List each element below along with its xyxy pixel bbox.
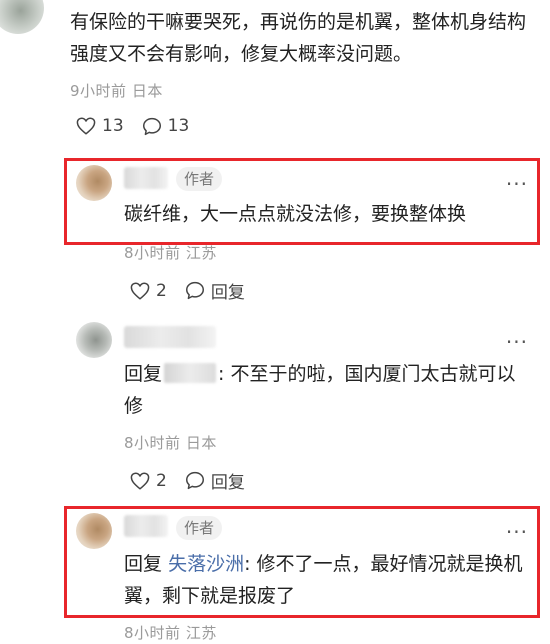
reply-meta: 8小时前 日本 [124, 432, 217, 453]
like-count: 13 [102, 116, 124, 136]
blurred-username[interactable] [124, 326, 216, 348]
reply-label: 回复 [210, 473, 245, 493]
reply-time: 8小时前 [124, 244, 181, 262]
reply-location: 江苏 [185, 624, 217, 642]
reply-label: 回复 [210, 283, 245, 303]
more-options-button[interactable]: ··· [506, 332, 528, 352]
speech-bubble-icon [185, 281, 205, 300]
reply-prefix: 回复 [124, 363, 163, 385]
author-badge: 作者 [176, 516, 223, 540]
like-button[interactable]: 2 [130, 471, 167, 491]
mention-link[interactable]: 失落沙洲 [168, 553, 244, 575]
reply-actions: 2 回复 [130, 278, 245, 303]
comment-button[interactable]: 13 [142, 116, 190, 136]
comment-text: 有保险的干嘛要哭死，再说伤的是机翼，整体机身结构强度又不会有影响，修复大概率没问… [70, 11, 527, 65]
reply-meta: 8小时前 江苏 [124, 622, 217, 643]
more-options-button[interactable]: ··· [506, 174, 528, 194]
reply-location: 日本 [185, 434, 217, 452]
more-options-button[interactable]: ··· [506, 522, 528, 542]
reply-time: 8小时前 [124, 624, 181, 642]
reply-avatar[interactable] [76, 165, 112, 201]
reply-actions: 2 回复 [130, 468, 245, 493]
comment-thread: 有保险的干嘛要哭死，再说伤的是机翼，整体机身结构强度又不会有影响，修复大概率没问… [0, 0, 550, 644]
reply-location: 江苏 [185, 244, 217, 262]
comment-meta: 9小时前 日本 [70, 80, 163, 101]
speech-bubble-icon [142, 117, 162, 136]
blurred-username[interactable] [124, 515, 168, 537]
reply-text: 回复: 不至于的啦，国内厦门太古就可以修 [124, 358, 534, 422]
reply-avatar[interactable] [76, 513, 112, 549]
reply-avatar[interactable] [76, 322, 112, 358]
heart-icon [130, 281, 150, 300]
reply-text: 回复 失落沙洲: 修不了一点，最好情况就是换机翼，剩下就是报废了 [124, 548, 534, 612]
reply-meta: 8小时前 江苏 [124, 242, 217, 263]
blurred-username[interactable] [124, 167, 168, 189]
reply-text: 碳纤维，大一点点就没法修，要换整体换 [124, 203, 467, 225]
comment-actions: 13 13 [76, 116, 189, 136]
heart-icon [76, 117, 96, 135]
like-count: 2 [156, 470, 167, 491]
reply-prefix: 回复 [124, 553, 163, 575]
comment-location: 日本 [131, 82, 163, 100]
like-button[interactable]: 2 [130, 281, 167, 301]
reply-time: 8小时前 [124, 434, 181, 452]
comment-count: 13 [167, 116, 190, 136]
speech-bubble-icon [185, 471, 205, 490]
commenter-avatar[interactable] [0, 0, 44, 34]
author-badge: 作者 [176, 167, 223, 191]
like-count: 2 [156, 280, 167, 301]
blurred-mention[interactable] [164, 363, 217, 383]
reply-button[interactable]: 回复 [185, 468, 245, 493]
heart-icon [130, 471, 150, 490]
comment-time: 9小时前 [70, 82, 127, 100]
like-button[interactable]: 13 [76, 116, 124, 136]
reply-button[interactable]: 回复 [185, 278, 245, 303]
